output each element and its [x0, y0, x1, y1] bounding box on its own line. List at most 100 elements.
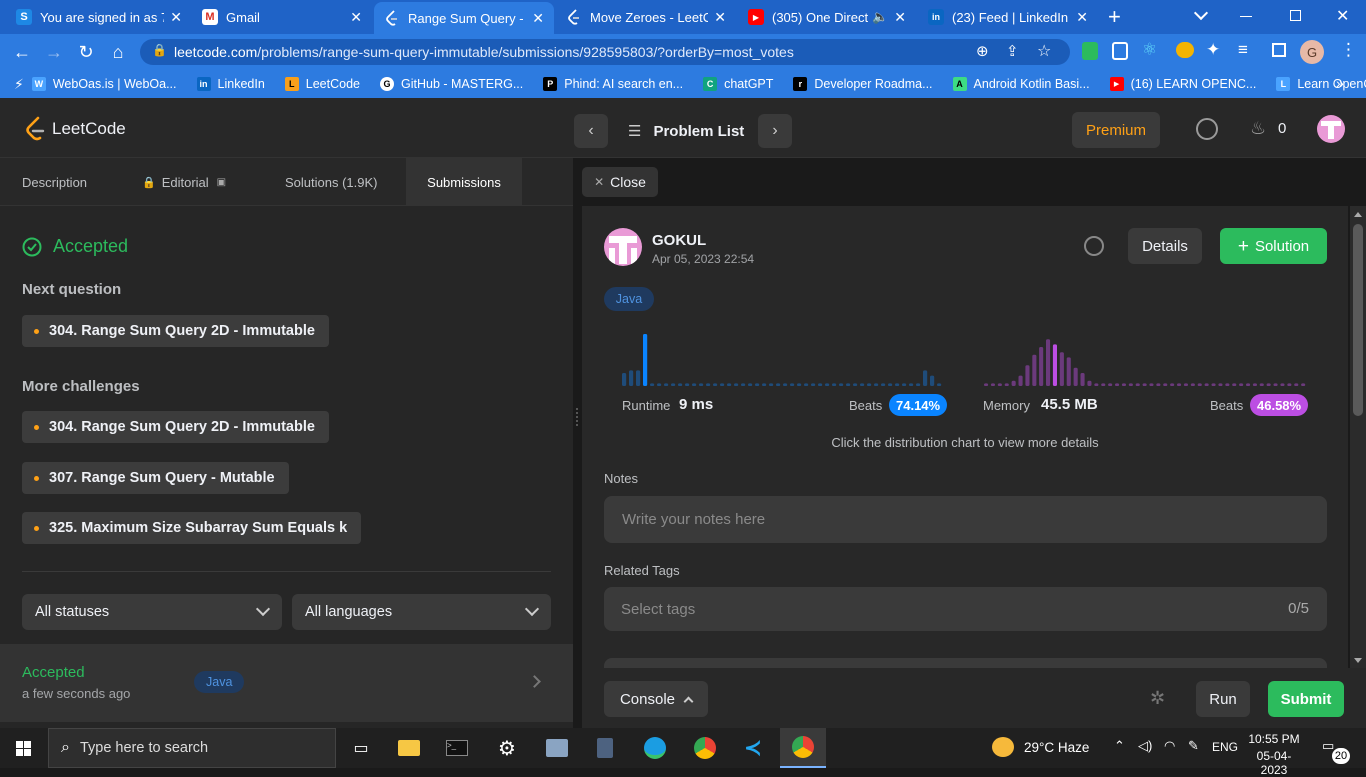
bookmark-item[interactable]: A Android Kotlin Basi... — [952, 77, 1090, 91]
window-close-icon[interactable]: ✕ — [1336, 6, 1349, 26]
share-icon[interactable]: ⇪ — [1006, 42, 1019, 60]
shield-extension-icon[interactable] — [1082, 42, 1098, 60]
tray-chevron-up-icon[interactable]: ⌃ — [1114, 738, 1125, 754]
bookmark-item[interactable]: L LeetCode — [284, 77, 360, 91]
restore-icon[interactable] — [1290, 10, 1301, 21]
react-extension-icon[interactable]: ⚛ — [1142, 40, 1157, 60]
memory-distribution-chart[interactable] — [984, 332, 1308, 386]
taskbar-search[interactable]: ⌕ Type here to search — [48, 728, 336, 768]
notes-input[interactable]: Write your notes here — [604, 496, 1327, 543]
user-avatar[interactable] — [1317, 115, 1345, 143]
back-icon[interactable]: ← — [10, 40, 34, 64]
lock-icon[interactable]: 🔒 — [152, 43, 167, 57]
close-icon[interactable]: ✕ — [1076, 9, 1088, 26]
chrome-profile-icon[interactable] — [780, 728, 826, 768]
tab-editorial[interactable]: 🔒 Editorial ▣ — [142, 158, 226, 206]
browser-tab[interactable]: ▶ (305) One Directio 🔈 ✕ — [738, 0, 916, 34]
close-icon[interactable]: ✕ — [894, 9, 906, 26]
submit-button[interactable]: Submit — [1268, 681, 1344, 717]
browser-tab-active[interactable]: Range Sum Query - Im ✕ — [374, 2, 554, 34]
bookmark-item[interactable]: P Phind: AI search en... — [543, 77, 683, 91]
close-button[interactable]: ✕ Close — [582, 167, 658, 197]
challenge-chip[interactable]: 304. Range Sum Query 2D - Immutable — [22, 411, 329, 443]
next-problem-button[interactable]: › — [758, 114, 792, 148]
bookmark-item[interactable]: in LinkedIn — [196, 77, 265, 91]
volume-icon[interactable]: ◁) — [1138, 738, 1152, 754]
prev-problem-button[interactable]: ‹ — [574, 114, 608, 148]
leetcode-logo[interactable]: LeetCode — [24, 116, 126, 142]
chrome-icon[interactable] — [682, 728, 728, 768]
panel-resizer[interactable] — [573, 158, 582, 728]
bookmark-item[interactable]: L Learn OpenCV in 3... — [1276, 77, 1366, 91]
close-icon[interactable]: ✕ — [532, 10, 544, 27]
close-icon[interactable]: ✕ — [714, 9, 726, 26]
file-explorer-icon[interactable] — [386, 728, 432, 768]
share-icon[interactable] — [1084, 236, 1104, 256]
details-button[interactable]: Details — [1128, 228, 1202, 264]
media-control-icon[interactable]: ≡ — [1238, 40, 1248, 60]
problem-list-button[interactable]: ☰ Problem List — [628, 122, 744, 141]
next-question-chip[interactable]: 304. Range Sum Query 2D - Immutable — [22, 315, 329, 347]
owl-extension-icon[interactable] — [1176, 42, 1194, 58]
puzzle-extensions-icon[interactable]: ✦ — [1206, 40, 1220, 60]
debug-bug-icon[interactable]: ✲ — [1150, 688, 1165, 709]
clock-time[interactable]: 10:55 PM — [1244, 732, 1304, 746]
console-button[interactable]: Console — [604, 681, 708, 717]
weather-text[interactable]: 29°C Haze — [1024, 740, 1089, 755]
zoom-icon[interactable]: ⊕ — [976, 42, 989, 60]
forward-icon[interactable]: → — [42, 40, 66, 64]
status-filter-select[interactable]: All statuses — [22, 594, 282, 630]
solution-button[interactable]: + Solution — [1220, 228, 1327, 264]
edge-browser-icon[interactable] — [632, 728, 678, 768]
settings-gear-icon[interactable]: ⚙ — [484, 728, 530, 768]
vscode-icon[interactable]: ≺ — [730, 728, 776, 768]
premium-button[interactable]: Premium — [1072, 112, 1160, 148]
reload-icon[interactable]: ↻ — [74, 40, 98, 64]
browser-tab[interactable]: M Gmail ✕ — [192, 0, 372, 34]
close-icon[interactable]: ✕ — [350, 9, 362, 26]
task-view-icon[interactable]: ▭ — [338, 728, 384, 768]
run-button[interactable]: Run — [1196, 681, 1250, 717]
bookmark-item[interactable]: CchatGPT — [703, 77, 773, 91]
new-tab-icon[interactable]: + — [1108, 6, 1121, 28]
bookmark-item[interactable]: ▶ (16) LEARN OPENC... — [1109, 77, 1256, 91]
url-bar[interactable]: 🔒 leetcode.com/problems/range-sum-query-… — [140, 39, 1070, 65]
photos-icon[interactable] — [534, 728, 580, 768]
tab-submissions[interactable]: Submissions — [406, 158, 522, 206]
scrollbar[interactable] — [1350, 206, 1366, 668]
tab-description[interactable]: Description — [22, 158, 87, 206]
browser-tab[interactable]: S You are signed in as 7... ✕ — [6, 0, 192, 34]
browser-tab[interactable]: in (23) Feed | LinkedIn ✕ — [918, 0, 1098, 34]
tags-select[interactable]: Select tags 0/5 — [604, 587, 1327, 631]
pen-icon[interactable]: ✎ — [1188, 738, 1199, 754]
flame-icon[interactable]: ♨ — [1250, 118, 1266, 139]
alarm-clock-icon[interactable] — [1196, 118, 1218, 140]
bookmark-app-icon[interactable]: ⚡ — [14, 76, 24, 93]
profile-avatar[interactable]: G — [1300, 40, 1324, 64]
browser-tab[interactable]: Move Zeroes - LeetCo ✕ — [556, 0, 736, 34]
brave-extension-icon[interactable] — [1112, 42, 1128, 60]
windows-start-icon[interactable] — [0, 728, 46, 768]
bookmark-item[interactable]: G GitHub - MASTERG... — [380, 77, 523, 91]
home-icon[interactable]: ⌂ — [106, 40, 130, 64]
submission-row[interactable]: Accepted a few seconds ago Java — [0, 644, 573, 722]
wifi-icon[interactable]: ◠ — [1164, 738, 1175, 754]
terminal-icon[interactable]: >_ — [434, 728, 480, 768]
language-filter-select[interactable]: All languages — [292, 594, 551, 630]
language-indicator[interactable]: ENG — [1212, 740, 1238, 754]
scrollbar-thumb[interactable] — [1353, 224, 1363, 416]
weather-haze-icon[interactable] — [992, 737, 1014, 757]
close-icon[interactable]: ✕ — [170, 9, 182, 26]
clock-date[interactable]: 05-04-2023 — [1244, 749, 1304, 777]
calculator-icon[interactable] — [582, 728, 628, 768]
challenge-chip[interactable]: 325. Maximum Size Subarray Sum Equals k — [22, 512, 362, 544]
bookmark-star-icon[interactable]: ☆ — [1037, 41, 1051, 61]
runtime-distribution-chart[interactable] — [622, 332, 944, 386]
more-bookmarks-icon[interactable]: » — [1336, 75, 1344, 91]
speaker-icon[interactable]: 🔈 — [872, 9, 888, 25]
bookmark-item[interactable]: r Developer Roadma... — [793, 77, 933, 91]
challenge-chip[interactable]: 307. Range Sum Query - Mutable — [22, 462, 289, 494]
menu-icon[interactable]: ⋮ — [1340, 40, 1357, 60]
bookmark-item[interactable]: W WebOas.is | WebOa... — [31, 77, 177, 91]
tab-solutions[interactable]: Solutions (1.9K) — [285, 158, 378, 206]
